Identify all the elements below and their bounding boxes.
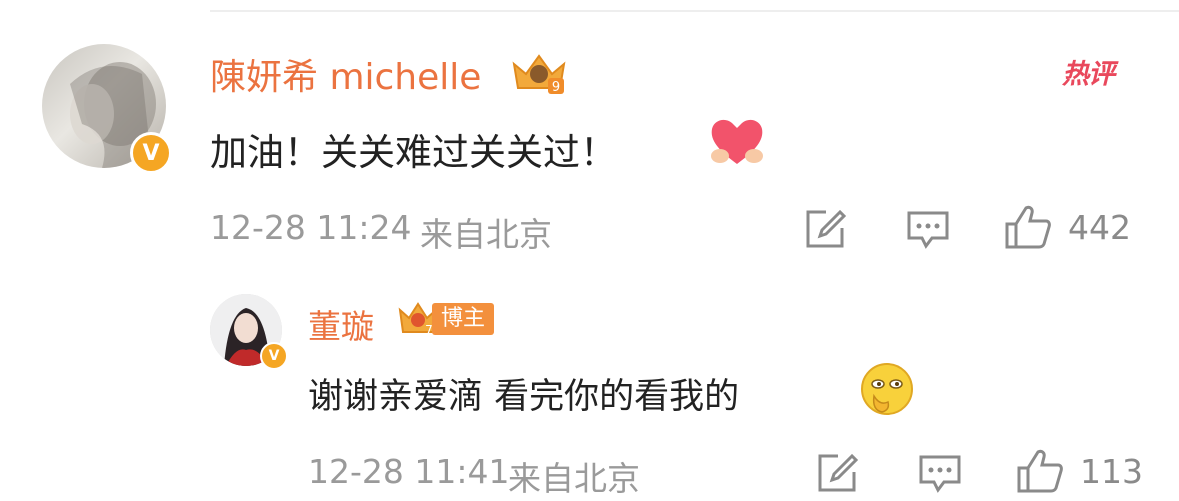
blogger-tag: 博主 xyxy=(432,303,494,335)
comment-username[interactable]: 陳妍希 michelle xyxy=(210,48,481,100)
comment-icon[interactable] xyxy=(918,454,962,494)
reply-location: 来自北京 xyxy=(508,459,640,498)
like-count: 442 xyxy=(1068,208,1131,247)
verified-badge-icon: V xyxy=(260,342,288,370)
divider xyxy=(210,10,1179,12)
comment-location: 来自北京 xyxy=(420,215,552,254)
heart-hug-emoji xyxy=(711,119,763,164)
like-count: 113 xyxy=(1080,452,1143,491)
comment-text: 加油！关关难过关关过！ xyxy=(210,131,617,174)
comment-avatar-wrap[interactable]: V xyxy=(42,44,172,174)
comment-timestamp: 12-28 11:24 xyxy=(210,208,412,247)
repost-icon[interactable] xyxy=(804,208,848,250)
svg-text:9: 9 xyxy=(552,80,560,95)
comment-icon[interactable] xyxy=(906,210,950,250)
reply-text: 谢谢亲爱滴 看完你的看我的 xyxy=(308,377,740,417)
repost-icon[interactable] xyxy=(816,452,860,494)
reply-username[interactable]: 董璇 xyxy=(308,300,374,348)
like-thumb-icon[interactable] xyxy=(1004,204,1052,250)
reply-avatar-wrap[interactable]: V xyxy=(210,294,288,370)
reply-timestamp: 12-28 11:41 xyxy=(308,452,510,491)
verified-badge-icon: V xyxy=(130,132,172,174)
member-crown-icon: 9 xyxy=(512,54,566,95)
like-thumb-icon[interactable] xyxy=(1016,448,1064,494)
shy-peek-emoji xyxy=(861,363,913,415)
hot-comment-tag: 热评 xyxy=(1062,59,1115,90)
